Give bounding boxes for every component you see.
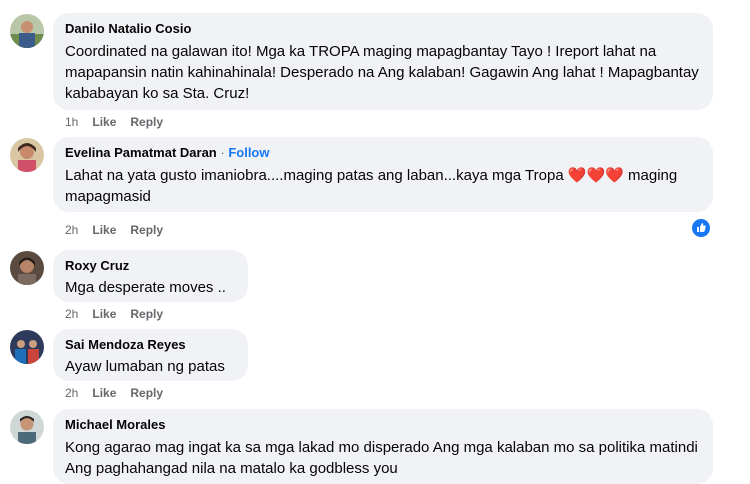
- like-button[interactable]: Like: [92, 306, 116, 322]
- comment-bubble: Michael Morales Kong agarao mag ingat ka…: [53, 409, 713, 484]
- comment-actions: 2h Like Reply: [65, 385, 163, 401]
- comment-actions: 2h Like Reply: [65, 222, 163, 238]
- reply-button[interactable]: Reply: [130, 222, 163, 238]
- avatar[interactable]: [10, 251, 44, 285]
- comment-text: Lahat na yata gusto imaniobra....maging …: [65, 167, 678, 205]
- author-name[interactable]: Michael Morales: [65, 416, 701, 433]
- reply-button[interactable]: Reply: [130, 385, 163, 401]
- like-button[interactable]: Like: [92, 222, 116, 238]
- timestamp[interactable]: 1h: [65, 114, 78, 130]
- comment-text: Mga desperate moves ..: [65, 279, 226, 296]
- reply-button[interactable]: Reply: [130, 306, 163, 322]
- timestamp[interactable]: 2h: [65, 222, 78, 238]
- like-reaction-icon[interactable]: [690, 217, 712, 239]
- follow-button[interactable]: Follow: [228, 145, 269, 160]
- comment-text: Kong agarao mag ingat ka sa mga lakad mo…: [65, 439, 698, 477]
- avatar[interactable]: [10, 410, 44, 444]
- like-button[interactable]: Like: [92, 114, 116, 130]
- reply-button[interactable]: Reply: [130, 114, 163, 130]
- comment-bubble: Sai Mendoza Reyes Ayaw lumaban ng patas: [53, 329, 248, 381]
- comment-actions: 2h Like Reply: [65, 306, 163, 322]
- comment-actions: 1h Like Reply: [65, 114, 163, 130]
- comment-text: Coordinated na galawan ito! Mga ka TROPA…: [65, 43, 699, 102]
- comment-bubble: Roxy Cruz Mga desperate moves ..: [53, 250, 248, 302]
- avatar[interactable]: [10, 138, 44, 172]
- author-name[interactable]: Roxy Cruz: [65, 257, 236, 274]
- author-name[interactable]: Danilo Natalio Cosio: [65, 20, 701, 37]
- author-name[interactable]: Evelina Pamatmat Daran: [65, 145, 217, 160]
- timestamp[interactable]: 2h: [65, 385, 78, 401]
- comment-bubble: Danilo Natalio Cosio Coordinated na gala…: [53, 13, 713, 110]
- avatar[interactable]: [10, 330, 44, 364]
- like-button[interactable]: Like: [92, 385, 116, 401]
- comment-bubble: Evelina Pamatmat Daran · Follow Lahat na…: [53, 137, 713, 212]
- separator-dot: ·: [220, 145, 225, 160]
- author-name[interactable]: Sai Mendoza Reyes: [65, 336, 236, 353]
- timestamp[interactable]: 2h: [65, 306, 78, 322]
- comment-text: Ayaw lumaban ng patas: [65, 358, 225, 375]
- avatar[interactable]: [10, 14, 44, 48]
